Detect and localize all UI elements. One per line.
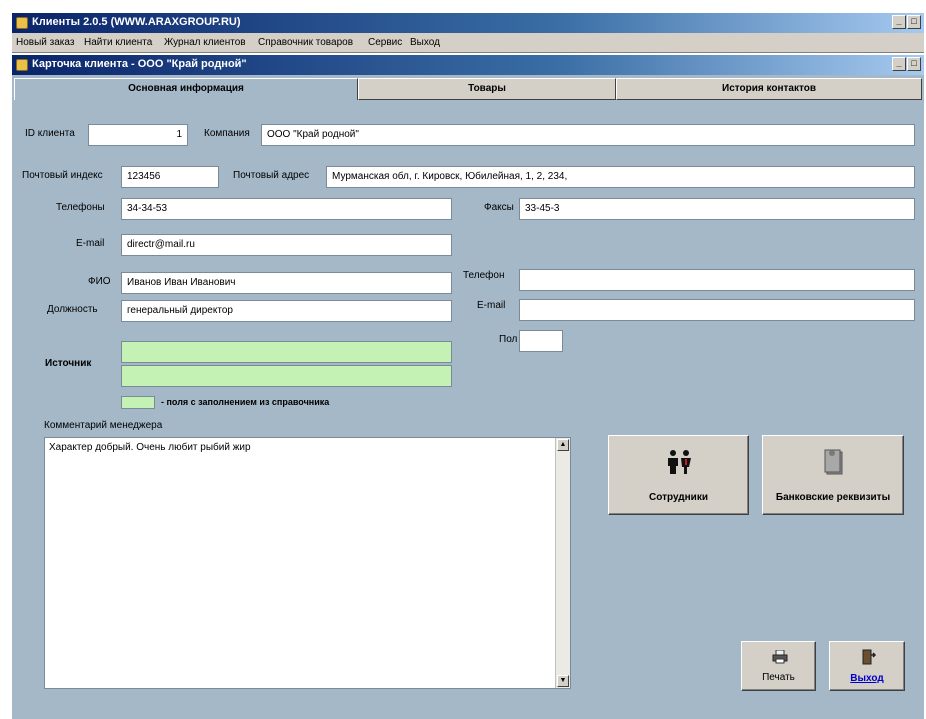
document-icon [824, 449, 843, 475]
comment-textarea[interactable]: Характер добрый. Очень любит рыбий жир ▲… [44, 437, 571, 689]
email-label: E-mail [76, 238, 105, 249]
printer-icon [772, 650, 788, 664]
exit-button-label: Выход [850, 673, 884, 684]
tab-goods[interactable]: Товары [358, 78, 616, 100]
postal-index-label: Почтовый индекс [22, 170, 103, 181]
app-title-bar: Клиенты 2.0.5 (WWW.ARAXGROUP.RU) _ □ [12, 13, 924, 33]
phones-label: Телефоны [56, 202, 105, 213]
tab-main-info[interactable]: Основная информация [14, 78, 358, 100]
app-title: Клиенты 2.0.5 (WWW.ARAXGROUP.RU) [32, 16, 241, 28]
company-field[interactable]: ООО "Край родной" [261, 124, 915, 146]
menu-client-journal[interactable]: Журнал клиентов [164, 37, 246, 48]
child-window-title: Карточка клиента - ООО "Край родной" [32, 58, 247, 70]
gender-label: Пол [499, 334, 518, 345]
faxes-label: Факсы [484, 202, 514, 213]
menu-service[interactable]: Сервис [368, 37, 402, 48]
comment-scrollbar[interactable]: ▲ ▼ [555, 438, 570, 688]
postal-index-field[interactable]: 123456 [121, 166, 219, 188]
source-label: Источник [45, 358, 92, 369]
bank-details-button-label: Банковские реквизиты [775, 492, 891, 503]
gender-field[interactable] [519, 330, 563, 352]
employees-button[interactable]: Сотрудники [608, 435, 749, 515]
scroll-down-icon[interactable]: ▼ [557, 675, 569, 687]
tab-contact-history[interactable]: История контактов [616, 78, 922, 100]
employees-button-label: Сотрудники [649, 492, 708, 503]
source-field-1[interactable] [121, 341, 452, 363]
menu-bar: Новый заказ Найти клиента Журнал клиенто… [12, 33, 924, 53]
people-icon [668, 450, 691, 474]
print-button[interactable]: Печать [741, 641, 816, 691]
window-icon [16, 59, 28, 71]
contact-email-label: E-mail [477, 300, 506, 311]
faxes-field[interactable]: 33-45-3 [519, 198, 915, 220]
print-button-label: Печать [762, 672, 795, 683]
menu-new-order[interactable]: Новый заказ [16, 37, 74, 48]
exit-door-icon [862, 649, 877, 665]
company-label: Компания [204, 128, 250, 139]
comment-label: Комментарий менеджера [44, 420, 163, 431]
source-field-2[interactable] [121, 365, 452, 387]
bank-details-button[interactable]: Банковские реквизиты [762, 435, 904, 515]
child-minimize-icon[interactable]: _ [892, 57, 906, 71]
fio-label: ФИО [88, 276, 111, 287]
lookup-legend-swatch [121, 396, 155, 409]
contact-phone-field[interactable] [519, 269, 915, 291]
child-maximize-icon[interactable]: □ [907, 57, 921, 71]
client-id-field[interactable]: 1 [88, 124, 188, 146]
menu-exit[interactable]: Выход [410, 37, 440, 48]
position-field[interactable]: генеральный директор [121, 300, 452, 322]
fio-field[interactable]: Иванов Иван Иванович [121, 272, 452, 294]
postal-address-field[interactable]: Мурманская обл, г. Кировск, Юбилейная, 1… [326, 166, 915, 188]
menu-find-client[interactable]: Найти клиента [84, 37, 152, 48]
contact-email-field[interactable] [519, 299, 915, 321]
position-label: Должность [47, 304, 98, 315]
postal-address-label: Почтовый адрес [233, 170, 310, 181]
child-title-bar: Карточка клиента - ООО "Край родной" _ □ [12, 55, 924, 75]
minimize-icon[interactable]: _ [892, 15, 906, 29]
email-field[interactable]: directr@mail.ru [121, 234, 452, 256]
scroll-up-icon[interactable]: ▲ [557, 439, 569, 451]
contact-phone-label: Телефон [463, 270, 505, 281]
exit-button[interactable]: Выход [829, 641, 905, 691]
menu-goods-catalog[interactable]: Справочник товаров [258, 37, 353, 48]
comment-text: Характер добрый. Очень любит рыбий жир [49, 442, 251, 453]
client-id-label: ID клиента [25, 128, 75, 139]
maximize-icon[interactable]: □ [907, 15, 921, 29]
lookup-legend-text: - поля с заполнением из справочника [161, 397, 330, 407]
phones-field[interactable]: 34-34-53 [121, 198, 452, 220]
app-icon [16, 17, 28, 29]
